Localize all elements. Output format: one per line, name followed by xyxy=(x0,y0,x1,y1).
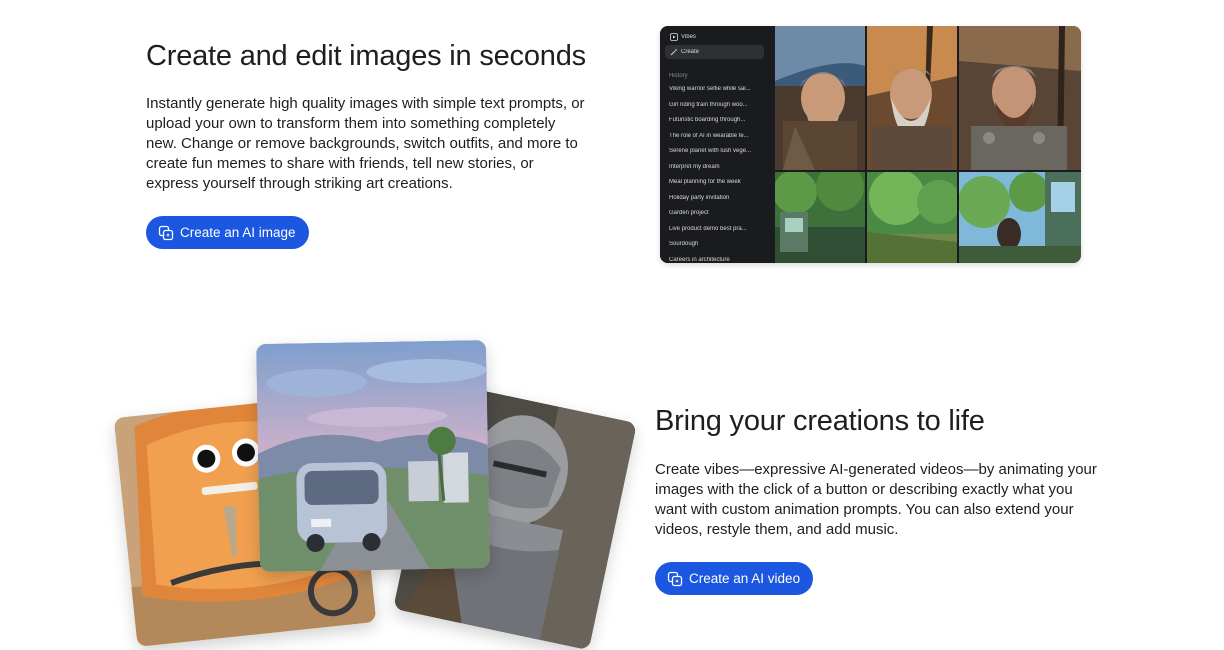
history-item: Live product demo best pra... xyxy=(669,226,747,232)
app-preview-name: Vibes xyxy=(681,34,696,40)
history-item: Sourdough xyxy=(669,241,699,247)
create-icon xyxy=(670,48,678,56)
section-description-images: Instantly generate high quality images w… xyxy=(146,95,585,192)
create-ai-video-button[interactable]: Create an AI video xyxy=(655,562,814,595)
section-title-images: Create and edit images in seconds xyxy=(146,40,586,72)
generated-image-tile xyxy=(867,172,957,263)
create-ai-image-button[interactable]: Create an AI image xyxy=(146,216,309,249)
app-preview-history-label: History xyxy=(669,73,688,79)
image-sparkle-icon xyxy=(158,225,174,240)
generated-image-tile xyxy=(959,26,1081,170)
video-sparkle-icon xyxy=(667,571,683,586)
history-item: Girl riding train through woo... xyxy=(669,102,748,108)
app-preview-screenshot: Vibes Create History Viking warrior self… xyxy=(660,26,1081,263)
create-ai-video-label: Create an AI video xyxy=(689,571,801,586)
generated-image-tile xyxy=(867,26,957,170)
van-landscape-image xyxy=(256,340,490,572)
history-item: Holiday party invitation xyxy=(669,195,730,201)
generated-image-grid xyxy=(775,26,1081,263)
section-description-videos: Create vibes—expressive AI-generated vid… xyxy=(655,461,1097,538)
generated-image-tile xyxy=(775,26,865,170)
history-item: Interpret my dream xyxy=(669,164,720,170)
history-item: Garden project xyxy=(669,210,709,216)
app-preview-create-label: Create xyxy=(681,49,700,55)
generated-image-tile xyxy=(775,172,865,263)
history-item: Viking warrior selfie while sai... xyxy=(669,86,751,92)
create-ai-image-label: Create an AI image xyxy=(180,225,296,240)
section-title-videos: Bring your creations to life xyxy=(655,405,985,437)
history-item: The role of AI in wearable te... xyxy=(669,133,749,139)
history-item: Careers in architecture xyxy=(669,257,730,263)
generated-image-tile xyxy=(959,172,1081,263)
history-item: Meal planning for the week xyxy=(669,179,741,185)
app-logo-icon xyxy=(670,33,678,41)
app-preview-sidebar: Vibes Create History Viking warrior self… xyxy=(660,26,772,263)
history-item: Serene planet with lush vege... xyxy=(669,148,752,154)
history-item: Futuristic boarding through... xyxy=(669,117,746,123)
